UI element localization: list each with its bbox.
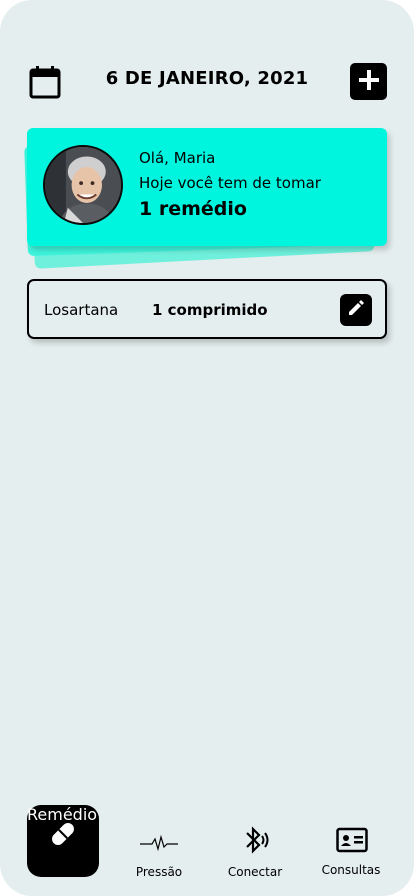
summary-subtitle: Hoje você tem de tomar: [139, 174, 321, 192]
nav-item-conectar[interactable]: Conectar: [222, 800, 288, 880]
bottom-navigation: Remédio Pressão Conectar Consultas: [0, 800, 414, 896]
medication-dose: 1 comprimido: [152, 301, 268, 319]
summary-card: Olá, Maria Hoje você tem de tomar 1 remé…: [22, 128, 392, 278]
bluetooth-icon: [239, 824, 271, 856]
medication-count: 1 remédio: [139, 198, 247, 220]
nav-label: Consultas: [321, 863, 381, 877]
nav-label: Conectar: [227, 865, 283, 879]
pill-icon: [47, 818, 79, 850]
medication-name: Losartana: [44, 301, 119, 319]
id-card-icon: [336, 827, 368, 853]
nav-item-consultas[interactable]: Consultas: [316, 800, 386, 880]
greeting-text: Olá, Maria: [139, 149, 216, 167]
plus-icon: [358, 69, 380, 95]
add-medication-button[interactable]: [350, 63, 387, 100]
heartbeat-icon: [140, 834, 178, 852]
nav-item-remedio[interactable]: Remédio: [27, 805, 99, 877]
app-screen: 6 DE JANEIRO, 2021 Olá, Maria Hoje você …: [0, 0, 414, 896]
summary-card-front: Olá, Maria Hoje você tem de tomar 1 remé…: [27, 128, 387, 246]
pencil-icon: [346, 298, 366, 322]
edit-medication-button[interactable]: [340, 294, 372, 326]
header: 6 DE JANEIRO, 2021: [0, 60, 414, 104]
nav-label: Pressão: [135, 865, 183, 879]
avatar: [43, 145, 123, 225]
medication-row[interactable]: Losartana 1 comprimido: [27, 279, 387, 339]
nav-item-pressao[interactable]: Pressão: [128, 800, 190, 880]
